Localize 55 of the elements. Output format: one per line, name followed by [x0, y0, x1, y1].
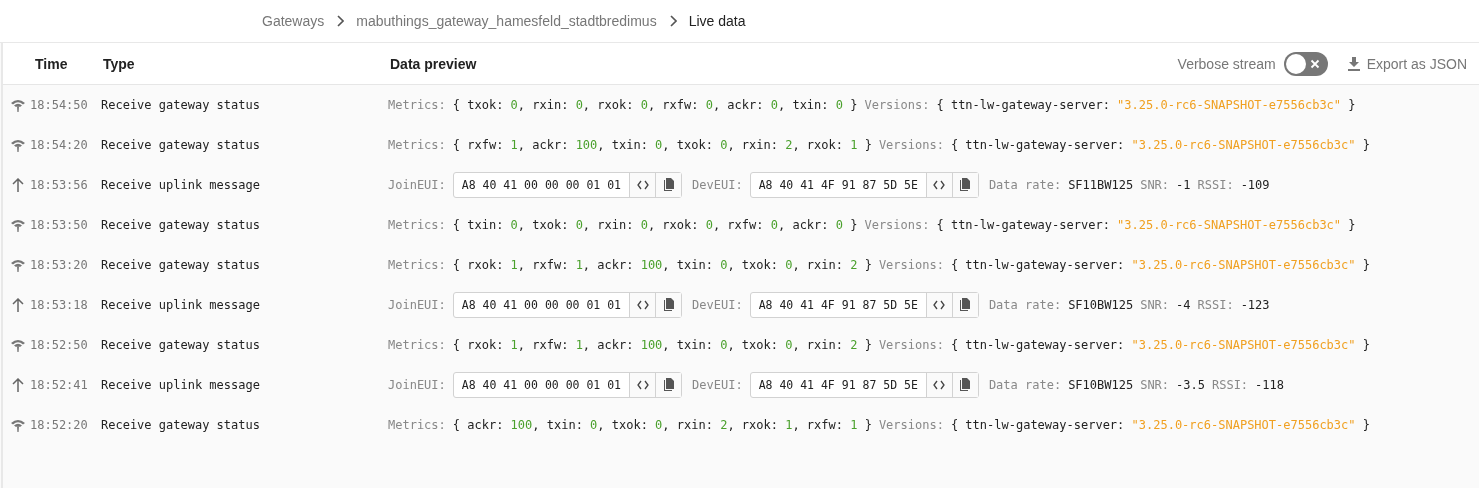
event-type: Receive gateway status	[101, 138, 261, 152]
field-label: DevEUI:	[692, 178, 743, 192]
toggle-label: Verbose stream	[1177, 55, 1276, 72]
toggle-switch[interactable]	[1283, 51, 1328, 76]
field-label: JoinEUI:	[388, 298, 446, 312]
event-type: Receive gateway status	[101, 418, 261, 432]
data-preview: Metrics: { txin: 0, txok: 0, rxin: 0, rxok: 0, rxfw: 0, ackr: 0 } Versions: { ttn-lw-gateway-server: "3.25.0-rc6-SNAPSHOT-e7556cb3c" }	[388, 218, 1356, 232]
gateway-icon	[10, 338, 26, 352]
field-label: DevEUI:	[692, 378, 743, 392]
data-preview: Metrics: { txok: 0, rxin: 0, rxok: 0, rxfw: 0, ackr: 0, txin: 0 } Versions: { ttn-lw-gateway-server: "3.25.0-rc6-SNAPSHOT-e7556cb3c" }	[388, 98, 1356, 112]
event-time: 18:52:20	[30, 418, 89, 432]
column-header: Type	[103, 55, 136, 72]
event-type: Receive uplink message	[101, 178, 261, 192]
download-icon	[1347, 56, 1360, 71]
chevron-icon	[668, 15, 677, 27]
event-type: Receive gateway status	[101, 338, 261, 352]
data-preview: Metrics: { ackr: 100, txin: 0, txok: 0, rxin: 2, rxok: 1, rxfw: 1 } Versions: { ttn-lw-gateway-server: "3.25.0-rc6-SNAPSHOT-e7556cb3c" }	[388, 418, 1370, 432]
export-button[interactable]: Export as JSON	[1347, 55, 1467, 72]
event-time: 18:53:50	[30, 218, 89, 232]
event-type: Receive gateway status	[101, 258, 261, 272]
data-preview: Metrics: { rxfw: 1, ackr: 100, txin: 0, txok: 0, rxin: 2, rxok: 1 } Versions: { ttn-lw-gateway-server: "3.25.0-rc6-SNAPSHOT-e7556cb3c" }	[388, 138, 1370, 152]
uplink-details: Data rate: SF10BW125 SNR: -3.5 RSSI: -118	[988, 378, 1284, 392]
field-label: JoinEUI:	[388, 378, 446, 392]
chevron-icon	[336, 15, 345, 27]
gateway-icon	[10, 418, 26, 432]
breadcrumb-link[interactable]: Gateways	[262, 13, 325, 29]
gateway-icon	[10, 98, 26, 112]
event-time: 18:53:18	[30, 298, 89, 312]
event-type: Receive uplink message	[101, 378, 261, 392]
event-time: 18:54:20	[30, 138, 89, 152]
breadcrumb-link[interactable]: mabuthings_gateway_hamesfeld_stadtbredimus	[356, 13, 657, 29]
event-type: Receive uplink message	[101, 298, 261, 312]
column-header: Time	[35, 55, 69, 72]
event-time: 18:52:41	[30, 378, 89, 392]
field-label: DevEUI:	[692, 298, 743, 312]
gateway-icon	[10, 138, 26, 152]
gateway-icon	[10, 258, 26, 272]
breadcrumb-link[interactable]: Live data	[688, 13, 746, 29]
event-time: 18:52:50	[30, 338, 89, 352]
uplink-details: Data rate: SF11BW125 SNR: -1 RSSI: -109	[988, 178, 1270, 192]
arrow-up-icon	[10, 298, 26, 312]
close-icon	[1309, 58, 1320, 69]
event-time: 18:54:50	[30, 98, 89, 112]
arrow-up-icon	[10, 178, 26, 192]
event-time: 18:53:20	[30, 258, 89, 272]
gateway-icon	[10, 218, 26, 232]
event-time: 18:53:56	[30, 178, 89, 192]
data-preview: Metrics: { rxok: 1, rxfw: 1, ackr: 100, txin: 0, txok: 0, rxin: 2 } Versions: { ttn-lw-gateway-server: "3.25.0-rc6-SNAPSHOT-e7556cb3c" }	[388, 338, 1370, 352]
data-preview: Metrics: { rxok: 1, rxfw: 1, ackr: 100, txin: 0, txok: 0, rxin: 2 } Versions: { ttn-lw-gateway-server: "3.25.0-rc6-SNAPSHOT-e7556cb3c" }	[388, 258, 1370, 272]
field-label: JoinEUI:	[388, 178, 446, 192]
column-header: Data preview	[390, 55, 478, 72]
event-type: Receive gateway status	[101, 98, 261, 112]
arrow-up-icon	[10, 378, 26, 392]
uplink-details: Data rate: SF10BW125 SNR: -4 RSSI: -123	[988, 298, 1270, 312]
event-type: Receive gateway status	[101, 218, 261, 232]
